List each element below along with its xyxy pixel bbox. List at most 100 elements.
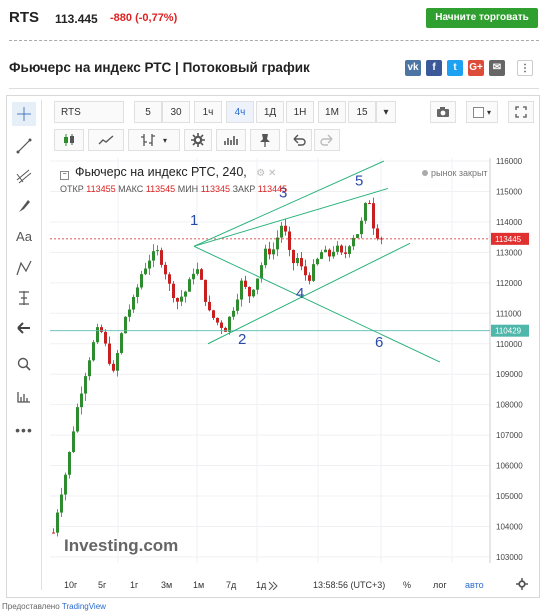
- interval-5[interactable]: 1Н: [286, 101, 314, 123]
- camera-icon[interactable]: [430, 101, 456, 123]
- candle-body: [144, 268, 147, 275]
- last-price-tag: 113445: [491, 232, 529, 245]
- high-label: МАКС: [118, 184, 144, 194]
- candle-body: [260, 265, 263, 279]
- templates-icon[interactable]: [216, 129, 246, 151]
- candle-body: [116, 352, 119, 371]
- candles-icon[interactable]: [54, 129, 84, 151]
- chart-title: Фьючерс на индекс РТС, 240,: [75, 165, 247, 179]
- interval-7[interactable]: 15: [348, 101, 376, 123]
- candle-body: [200, 269, 203, 280]
- candle-body: [176, 298, 179, 302]
- divider: [9, 88, 539, 89]
- indicators-icon[interactable]: [88, 129, 124, 151]
- interval-1[interactable]: 30: [162, 101, 190, 123]
- y-tick-label: 116000: [496, 158, 523, 166]
- price-chart[interactable]: 116000 115000 114000 113000 112000 111000 1100…: [50, 157, 540, 577]
- wave-label: 2: [238, 331, 246, 348]
- divider: [9, 40, 539, 41]
- fullscreen-icon[interactable]: [508, 101, 534, 123]
- level-price-tag: 110429: [491, 324, 529, 337]
- ruler-icon[interactable]: [12, 384, 36, 408]
- candle-body: [232, 310, 235, 317]
- color-picker-icon[interactable]: ▾: [466, 101, 498, 123]
- candle-body: [160, 250, 163, 265]
- tradingview-link[interactable]: TradingView: [62, 602, 106, 611]
- vk-icon[interactable]: vk: [405, 60, 421, 76]
- candle-body: [192, 273, 195, 280]
- interval-dropdown-icon[interactable]: ▾: [376, 101, 396, 123]
- svg-text:113445: 113445: [495, 235, 522, 244]
- more-tools-icon[interactable]: •••: [12, 418, 36, 442]
- twitter-icon[interactable]: t: [447, 60, 463, 76]
- range-0[interactable]: 10г: [64, 580, 77, 590]
- range-5[interactable]: 7д: [226, 580, 236, 590]
- drawing-toolbar: Aa •••: [6, 100, 42, 590]
- collapse-legend-icon[interactable]: −: [60, 171, 69, 180]
- candle-body: [336, 245, 339, 252]
- log-toggle[interactable]: лог: [433, 580, 447, 590]
- compare-icon[interactable]: ▾: [128, 129, 180, 151]
- candle-body: [180, 296, 183, 302]
- range-3[interactable]: 3м: [161, 580, 172, 590]
- candle-body: [208, 301, 211, 311]
- more-icon[interactable]: ⋮: [517, 60, 533, 76]
- wave-label: 6: [375, 334, 383, 351]
- y-tick-label: 115000: [496, 187, 523, 196]
- change-label: -880 (-0,77%): [110, 12, 178, 24]
- text-tool-icon[interactable]: Aa: [12, 224, 36, 248]
- pin-icon[interactable]: [250, 129, 280, 151]
- range-4[interactable]: 1м: [193, 580, 204, 590]
- auto-toggle[interactable]: авто: [465, 580, 484, 590]
- measure-icon[interactable]: [12, 286, 36, 310]
- candle-body: [84, 376, 87, 394]
- chart-canvas[interactable]: 116000 115000 114000 113000 112000 111000 1100…: [50, 157, 540, 577]
- candle-body: [276, 237, 279, 250]
- candle-body: [248, 286, 251, 297]
- fibonacci-icon[interactable]: [12, 164, 36, 188]
- redo-icon[interactable]: [314, 129, 340, 151]
- wave-label: 4: [296, 285, 304, 302]
- interval-4[interactable]: 1Д: [256, 101, 284, 123]
- range-1[interactable]: 5г: [98, 580, 106, 590]
- candle-body: [184, 291, 187, 297]
- candle-body: [372, 203, 375, 229]
- price-label: 113.445: [55, 12, 98, 26]
- candle-body: [264, 248, 267, 266]
- calendar-range-icon[interactable]: [268, 580, 278, 592]
- chart-settings-icon[interactable]: [516, 578, 528, 592]
- percent-toggle[interactable]: %: [403, 580, 411, 590]
- candle-body: [228, 316, 231, 332]
- candle-body: [80, 393, 83, 408]
- mail-icon[interactable]: ✉: [489, 60, 505, 76]
- footer: Предоставлено TradingView: [2, 602, 106, 611]
- undo-icon[interactable]: [286, 129, 312, 151]
- y-tick-label: 107000: [496, 431, 523, 440]
- pattern-icon[interactable]: [12, 256, 36, 280]
- candle-body: [76, 407, 79, 432]
- interval-3[interactable]: 4ч: [226, 101, 254, 123]
- footer-prefix: Предоставлено: [2, 602, 60, 611]
- crosshair-icon[interactable]: [12, 102, 36, 126]
- wave-label: 1: [190, 212, 198, 229]
- symbol-search-input[interactable]: RTS: [54, 101, 124, 123]
- range-2[interactable]: 1г: [130, 580, 138, 590]
- legend-settings-icon[interactable]: ⚙ ✕: [256, 168, 276, 179]
- brush-icon[interactable]: [12, 194, 36, 218]
- candle-body: [136, 287, 139, 297]
- interval-6[interactable]: 1М: [318, 101, 346, 123]
- interval-2[interactable]: 1ч: [194, 101, 222, 123]
- start-trading-button[interactable]: Начните торговать: [426, 8, 538, 28]
- googleplus-icon[interactable]: G+: [468, 60, 484, 76]
- arrow-left-icon[interactable]: [12, 316, 36, 340]
- interval-0[interactable]: 5: [134, 101, 162, 123]
- settings-icon[interactable]: [184, 129, 212, 151]
- trend-line-icon[interactable]: [12, 134, 36, 158]
- open-value: 113455: [86, 184, 116, 194]
- y-tick-label: 108000: [496, 401, 523, 410]
- facebook-icon[interactable]: f: [426, 60, 442, 76]
- candle-body: [320, 252, 323, 259]
- range-6[interactable]: 1д: [256, 580, 266, 590]
- candle-body: [344, 252, 347, 254]
- zoom-icon[interactable]: [12, 352, 36, 376]
